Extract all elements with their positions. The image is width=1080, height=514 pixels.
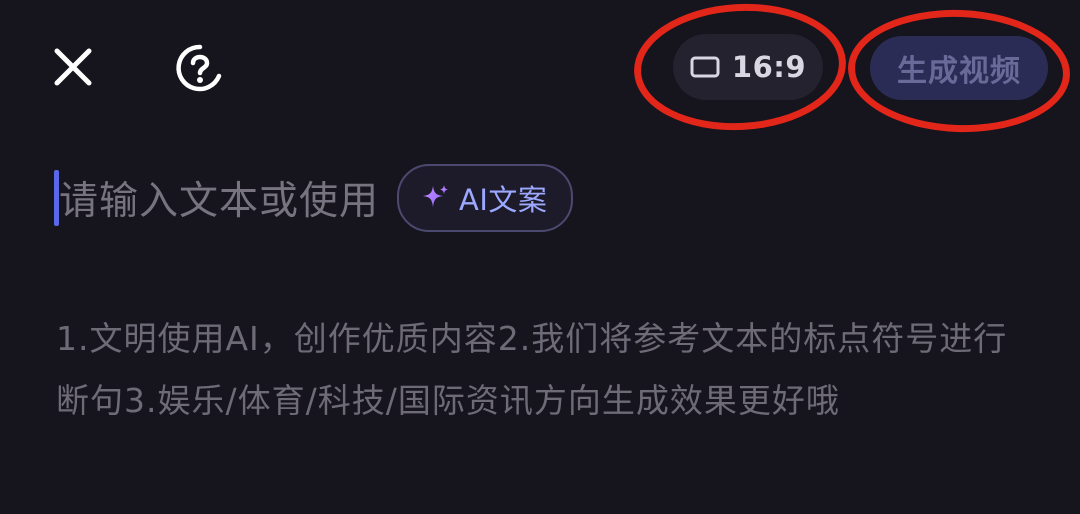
sparkle-icon [423, 185, 449, 207]
ai-copywriting-button[interactable]: AI文案 [397, 164, 574, 232]
ai-copywriting-label: AI文案 [459, 183, 548, 217]
text-editor[interactable]: 请输入文本或使用 AI文案 [54, 163, 574, 233]
usage-hint-text: 1.文明使用AI，创作优质内容2.我们将参考文本的标点符号进行断句3.娱乐/体育… [56, 319, 1008, 420]
generate-video-label: 生成视频 [897, 54, 1021, 89]
close-button[interactable] [50, 44, 96, 90]
close-icon [54, 48, 92, 86]
generate-video-button[interactable]: 生成视频 [870, 36, 1048, 100]
help-icon [176, 44, 222, 92]
top-toolbar: 16:9 生成视频 [0, 0, 1080, 140]
help-button[interactable] [174, 42, 226, 94]
aspect-ratio-button[interactable]: 16:9 [673, 34, 823, 100]
aspect-ratio-icon [690, 56, 720, 78]
editor-placeholder: 请输入文本或使用 [59, 179, 380, 224]
aspect-ratio-label: 16:9 [731, 50, 807, 84]
